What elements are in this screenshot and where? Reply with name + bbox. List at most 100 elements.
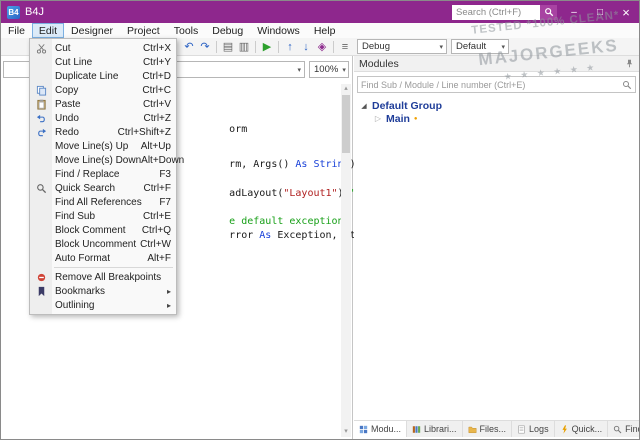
find-all-tab-icon — [613, 425, 622, 434]
scrollbar-thumb[interactable] — [342, 95, 350, 153]
chevron-down-icon: ▾ — [338, 66, 346, 74]
tree-module-label: Main — [386, 113, 410, 125]
menu-item-cut-line[interactable]: Cut Line Ctrl+Y — [30, 55, 176, 69]
navigate-back-icon[interactable]: ↶ — [181, 39, 197, 55]
tree-item-default-group[interactable]: ◢ Default Group — [358, 99, 635, 112]
menu-item-shortcut: Ctrl+W — [140, 239, 171, 250]
next-sub-icon[interactable]: ↓ — [298, 39, 314, 55]
bookmark-icon — [30, 286, 52, 297]
menu-item-find-sub[interactable]: Find Sub Ctrl+E — [30, 209, 176, 223]
modified-dot-icon: ● — [414, 116, 418, 122]
menu-item-block-uncomment[interactable]: Block Uncomment Ctrl+W — [30, 237, 176, 251]
menubar-item-windows[interactable]: Windows — [250, 23, 307, 38]
menubar-item-help[interactable]: Help — [307, 23, 343, 38]
submenu-arrow-icon: ▸ — [167, 287, 171, 296]
tab-label: Logs — [529, 424, 549, 434]
titlebar-search-input[interactable] — [452, 5, 540, 20]
toolbar-menu-icon[interactable]: ≡ — [337, 39, 353, 55]
tab-label: Modu... — [371, 424, 401, 434]
submenu-arrow-icon: ▸ — [167, 301, 171, 310]
menu-item-move-lines-down[interactable]: Move Line(s) Down Alt+Down — [30, 153, 176, 167]
menu-item-remove-all-breakpoints[interactable]: Remove All Breakpoints — [30, 270, 176, 284]
menu-item-paste[interactable]: Paste Ctrl+V — [30, 97, 176, 111]
scroll-up-icon[interactable]: ▴ — [341, 84, 351, 94]
menubar-item-debug[interactable]: Debug — [205, 23, 250, 38]
menubar-item-designer[interactable]: Designer — [64, 23, 120, 38]
menu-item-shortcut: Ctrl+Q — [142, 225, 171, 236]
remove-breakpoints-icon — [30, 272, 52, 283]
menu-item-duplicate-line[interactable]: Duplicate Line Ctrl+D — [30, 69, 176, 83]
tab-logs[interactable]: Logs — [512, 421, 555, 437]
toolbar-separator — [333, 41, 334, 53]
files-tab-icon — [468, 425, 477, 434]
menu-item-label: Auto Format — [55, 253, 110, 264]
build-configuration-combo[interactable]: Debug ▾ — [357, 39, 447, 54]
tab-quick-search[interactable]: Quick... — [555, 421, 609, 437]
quick-search-tab-icon — [560, 425, 569, 434]
menubar-item-file[interactable]: File — [1, 23, 32, 38]
close-button[interactable]: × — [613, 1, 639, 23]
menu-item-label: Move Line(s) Up — [55, 141, 128, 152]
outline-list-icon[interactable]: ▥ — [236, 39, 252, 55]
tree-collapsed-icon[interactable]: ▷ — [372, 114, 384, 123]
menu-item-shortcut: Ctrl+D — [142, 71, 171, 82]
zoom-combo[interactable]: 100% ▾ — [309, 61, 349, 78]
run-configuration-combo[interactable]: Default ▾ — [451, 39, 509, 54]
menu-item-quick-search[interactable]: Quick Search Ctrl+F — [30, 181, 176, 195]
menu-item-shortcut: Alt+F — [147, 253, 171, 264]
tab-libraries[interactable]: Librari... — [407, 421, 463, 437]
maximize-button[interactable]: □ — [587, 1, 613, 23]
chevron-down-icon: ▾ — [435, 43, 443, 51]
tree-item-main[interactable]: ▷ Main ● — [372, 112, 635, 125]
bookmark-list-icon[interactable]: ▤ — [220, 39, 236, 55]
search-icon — [622, 80, 632, 90]
tab-modules[interactable]: Modu... — [354, 421, 407, 437]
toolbar-separator — [255, 41, 256, 53]
menu-item-label: Quick Search — [55, 183, 115, 194]
window-title: B4J — [25, 6, 44, 18]
minimize-button[interactable]: – — [561, 1, 587, 23]
app-icon: B4 — [7, 6, 20, 19]
menubar-item-edit[interactable]: Edit — [32, 23, 64, 38]
menu-item-label: Paste — [55, 99, 81, 110]
menu-item-bookmarks[interactable]: Bookmarks ▸ — [30, 284, 176, 298]
modules-tab-icon — [359, 425, 368, 434]
menu-item-redo[interactable]: Redo Ctrl+Shift+Z — [30, 125, 176, 139]
titlebar-search-button[interactable] — [540, 5, 557, 20]
menu-item-shortcut: F7 — [159, 197, 171, 208]
tab-files[interactable]: Files... — [463, 421, 513, 437]
tab-find-all-references[interactable]: Find All... — [608, 421, 640, 437]
menu-item-find-all-references[interactable]: Find All References F7 — [30, 195, 176, 209]
tab-label: Librari... — [424, 424, 457, 434]
menu-item-label: Move Line(s) Down — [55, 155, 141, 166]
menu-item-auto-format[interactable]: Auto Format Alt+F — [30, 251, 176, 265]
modules-panel-header: Modules — [354, 56, 639, 72]
menubar-item-project[interactable]: Project — [120, 23, 167, 38]
menu-item-outlining[interactable]: Outlining ▸ — [30, 298, 176, 312]
toolbar-separator — [278, 41, 279, 53]
menu-item-cut[interactable]: Cut Ctrl+X — [30, 41, 176, 55]
menu-item-shortcut: Ctrl+Y — [143, 57, 171, 68]
menu-item-shortcut: F3 — [159, 169, 171, 180]
undo-icon — [30, 113, 52, 124]
modules-panel-title: Modules — [359, 58, 399, 70]
previous-sub-icon[interactable]: ↑ — [282, 39, 298, 55]
tag-icon[interactable]: ◈ — [314, 39, 330, 55]
menu-separator — [54, 267, 173, 268]
bottom-tab-bar: Modu... Librari... Files... Logs Quick..… — [354, 420, 639, 437]
editor-vertical-scrollbar[interactable]: ▴ ▾ — [341, 84, 351, 437]
tree-expanded-icon[interactable]: ◢ — [358, 102, 370, 110]
menu-item-copy[interactable]: Copy Ctrl+C — [30, 83, 176, 97]
menubar-item-tools[interactable]: Tools — [167, 23, 206, 38]
menu-item-move-lines-up[interactable]: Move Line(s) Up Alt+Up — [30, 139, 176, 153]
find-sub-search-input[interactable] — [361, 80, 622, 90]
scroll-down-icon[interactable]: ▾ — [341, 427, 351, 437]
menu-item-find-replace[interactable]: Find / Replace F3 — [30, 167, 176, 181]
navigate-forward-icon[interactable]: ↷ — [197, 39, 213, 55]
run-icon[interactable]: ▶ — [259, 39, 275, 55]
menu-item-undo[interactable]: Undo Ctrl+Z — [30, 111, 176, 125]
menu-item-label: Block Uncomment — [55, 239, 136, 250]
pin-icon[interactable] — [625, 59, 634, 68]
menu-item-shortcut: Ctrl+F — [144, 183, 172, 194]
menu-item-block-comment[interactable]: Block Comment Ctrl+Q — [30, 223, 176, 237]
